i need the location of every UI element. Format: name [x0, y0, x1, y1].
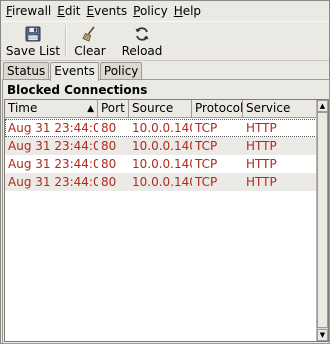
cell-source: 10.0.0.140 — [132, 175, 192, 189]
menu-events[interactable]: Events — [84, 1, 131, 21]
column-header-source[interactable]: Source — [129, 100, 192, 118]
cell-protocol: TCP — [195, 121, 218, 135]
cell-time: Aug 31 23:44:04 — [8, 175, 98, 189]
column-header-time[interactable]: Time ▲ — [5, 100, 98, 118]
table-row[interactable]: Aug 31 23:44:07 80 10.0.0.140 TCP HTTP — [5, 137, 317, 155]
menu-edit[interactable]: Edit — [54, 1, 83, 21]
column-header-protocol[interactable]: Protocol — [192, 100, 243, 118]
table-row[interactable]: Aug 31 23:44:07 80 10.0.0.140 TCP HTTP — [5, 119, 317, 137]
cell-time: Aug 31 23:44:07 — [8, 121, 98, 135]
save-list-button[interactable]: Save List — [5, 22, 61, 60]
cell-source: 10.0.0.140 — [132, 139, 192, 153]
cell-port: 80 — [101, 157, 117, 171]
broom-icon — [82, 26, 95, 42]
section-title: Blocked Connections — [7, 83, 148, 97]
toolbar: Save List Clear Reload — [1, 21, 329, 61]
cell-service: HTTP — [246, 139, 277, 153]
clear-label: Clear — [74, 44, 106, 58]
table-row[interactable]: Aug 31 23:44:04 80 10.0.0.140 TCP HTTP — [5, 173, 317, 191]
cell-service: HTTP — [246, 175, 277, 189]
menu-bar: Firewall Edit Events Policy Help — [1, 1, 329, 21]
menu-help[interactable]: Help — [171, 1, 204, 21]
scroll-up-button[interactable]: ▲ — [317, 100, 328, 112]
menu-policy[interactable]: Policy — [130, 1, 171, 21]
cell-protocol: TCP — [195, 139, 218, 153]
reload-label: Reload — [121, 44, 163, 58]
arrow-down-icon: ▼ — [319, 331, 326, 339]
cell-service: HTTP — [246, 157, 277, 171]
column-header-port[interactable]: Port — [98, 100, 129, 118]
table-header: Time ▲ Port Source Protocol Service — [5, 100, 317, 118]
cell-time: Aug 31 23:44:04 — [8, 157, 98, 171]
tab-events[interactable]: Events — [50, 62, 99, 81]
cell-protocol: TCP — [195, 175, 218, 189]
cell-source: 10.0.0.140 — [132, 121, 192, 135]
blocked-connections-table: Time ▲ Port Source Protocol Service Aug … — [4, 99, 329, 342]
toolbar-separator — [65, 26, 66, 56]
arrow-up-icon: ▲ — [319, 102, 326, 110]
reload-button[interactable]: Reload — [118, 22, 166, 60]
tab-bar: Status Events Policy — [3, 62, 143, 81]
save-list-label: Save List — [5, 44, 61, 58]
reload-icon — [135, 27, 149, 41]
cell-time: Aug 31 23:44:07 — [8, 139, 98, 153]
cell-protocol: TCP — [195, 157, 218, 171]
cell-source: 10.0.0.140 — [132, 157, 192, 171]
floppy-disk-icon — [25, 26, 41, 42]
cell-service: HTTP — [246, 121, 277, 135]
scroll-down-button[interactable]: ▼ — [317, 329, 328, 341]
scrollbar-thumb[interactable] — [317, 112, 328, 328]
sort-ascending-icon: ▲ — [87, 104, 94, 114]
tab-status[interactable]: Status — [3, 62, 50, 80]
table-row[interactable]: Aug 31 23:44:04 80 10.0.0.140 TCP HTTP — [5, 155, 317, 173]
vertical-scrollbar[interactable]: ▲ ▼ — [316, 100, 328, 341]
table-body: Aug 31 23:44:07 80 10.0.0.140 TCP HTTP A… — [5, 119, 317, 191]
tab-policy[interactable]: Policy — [99, 62, 143, 80]
firewall-window: Firewall Edit Events Policy Help Save Li… — [0, 0, 330, 344]
menu-firewall[interactable]: Firewall — [3, 1, 54, 21]
column-header-time-label: Time — [8, 101, 38, 115]
events-panel: Blocked Connections Time ▲ Port Source P… — [2, 79, 330, 344]
cell-port: 80 — [101, 121, 117, 135]
cell-port: 80 — [101, 139, 117, 153]
cell-port: 80 — [101, 175, 117, 189]
column-header-service[interactable]: Service — [243, 100, 317, 118]
clear-button[interactable]: Clear — [70, 22, 110, 60]
